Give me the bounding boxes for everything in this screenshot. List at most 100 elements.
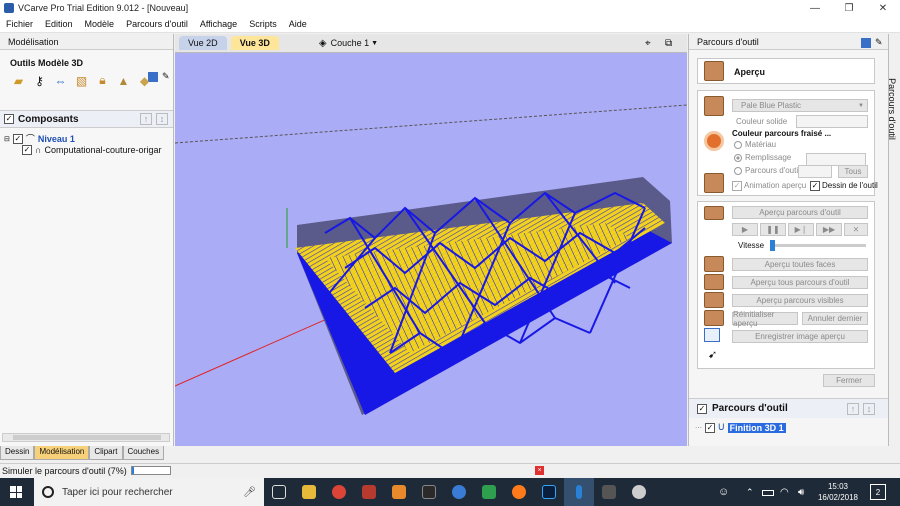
components-checkbox[interactable]: ✓ (4, 114, 14, 124)
material-texture-icon (704, 96, 724, 116)
clock[interactable]: 15:03 16/02/2018 (816, 481, 860, 503)
progress-fill (131, 467, 135, 474)
menu-fichier[interactable]: Fichier (0, 19, 39, 29)
end-button[interactable]: ⨯ (844, 223, 868, 236)
tab-vue-3d[interactable]: Vue 3D (230, 36, 279, 50)
chevron-down-icon[interactable]: ▼ (371, 40, 378, 47)
app-icon-dark[interactable] (414, 478, 444, 506)
material-box: Pale Blue Plastic ▼ Couleur solide Coule… (697, 90, 878, 196)
menu-modele[interactable]: Modèle (79, 19, 121, 29)
toolpath-item-checkbox[interactable]: ✓ (705, 422, 715, 433)
layers-icon[interactable]: ◈ (319, 38, 327, 49)
radio-parcours[interactable] (734, 167, 742, 175)
speed-slider-thumb[interactable] (770, 240, 775, 251)
step-button[interactable]: ▶❘ (788, 223, 814, 236)
microphone-icon[interactable]: 🎤︎ (243, 487, 256, 498)
volume-icon[interactable]: 🔊︎ (798, 487, 804, 498)
vcarve-icon[interactable] (564, 478, 594, 506)
menu-parcours[interactable]: Parcours d'outil (120, 19, 194, 29)
level-label: Niveau 1 (37, 133, 75, 144)
view-tool-icon[interactable]: ⌖ (645, 38, 651, 49)
side-tab[interactable]: Parcours d'outil (887, 34, 900, 446)
3d-viewport[interactable] (175, 53, 687, 446)
mold-icon[interactable]: ▲ (115, 72, 132, 89)
network-icon[interactable]: ◠ (780, 487, 789, 498)
toolpath-row[interactable]: ⋯ ✓ ᑌ Finition 3D 1 (695, 422, 786, 433)
app-icon-f[interactable] (384, 478, 414, 506)
apercu-faces-button[interactable]: Aperçu toutes faces (732, 258, 868, 271)
tab-vue-2d[interactable]: Vue 2D (179, 36, 227, 50)
minimize-button[interactable]: — (798, 0, 832, 16)
slice-icon[interactable]: ◆ (136, 72, 153, 89)
task-view-icon[interactable] (264, 478, 294, 506)
taskbar-search[interactable]: Taper ici pour rechercher 🎤︎ (34, 478, 264, 506)
view-restore-icon[interactable]: ⧉ (665, 38, 672, 49)
apercu-title: Aperçu (734, 67, 766, 77)
texture-icon[interactable]: ▧ (73, 72, 90, 89)
animation-checkbox[interactable]: ✓ (732, 181, 742, 191)
move-up-icon[interactable]: ↑ (140, 113, 152, 125)
menu-affichage[interactable]: Affichage (194, 19, 243, 29)
app-icon-cloud[interactable] (624, 478, 654, 506)
tab-dessin[interactable]: Dessin (0, 446, 35, 460)
import-model-icon[interactable]: ▰ (10, 72, 27, 89)
thumbtack-icon[interactable]: ✎ (162, 71, 170, 82)
tab-couches[interactable]: Couches (122, 446, 165, 460)
menu-aide[interactable]: Aide (283, 19, 313, 29)
arrows-icon[interactable]: ⇔ (52, 72, 69, 89)
move-down-icon[interactable]: ↕ (156, 113, 168, 125)
speed-slider[interactable] (770, 240, 866, 251)
left-scrollbar[interactable] (2, 433, 170, 442)
all-faces-icon (704, 256, 724, 272)
apercu-tous-button[interactable]: Aperçu tous parcours d'outil (732, 276, 868, 289)
radio-materiau[interactable] (734, 141, 742, 149)
tree-component[interactable]: ✓ ∩ Computational-couture-origar (22, 145, 162, 155)
enregistrer-button[interactable]: Enregistrer image aperçu (732, 330, 868, 343)
file-explorer-icon[interactable] (294, 478, 324, 506)
firefox-icon[interactable] (504, 478, 534, 506)
tab-clipart[interactable]: Clipart (89, 446, 123, 460)
app-icon-s[interactable] (354, 478, 384, 506)
move-down-icon[interactable]: ↕ (863, 402, 875, 415)
play-button[interactable]: ▶ (732, 223, 758, 236)
pause-button[interactable]: ❚❚ (760, 223, 786, 236)
close-button[interactable]: ✕ (866, 0, 900, 16)
radio-remplissage[interactable] (734, 154, 742, 162)
app-icon-blue[interactable] (444, 478, 474, 506)
components-title: Composants (18, 113, 79, 125)
windows-start-icon[interactable] (10, 486, 22, 498)
tab-modelisation[interactable]: Modélisation (34, 446, 90, 460)
reinitialiser-button[interactable]: Réinitialiser aperçu (732, 310, 798, 328)
people-icon[interactable]: ☺ (718, 486, 729, 498)
fermer-button[interactable]: Fermer (823, 374, 875, 387)
battery-icon[interactable] (762, 490, 774, 496)
app-icon-green[interactable] (474, 478, 504, 506)
menu-scripts[interactable]: Scripts (243, 19, 283, 29)
pin-icon[interactable] (861, 38, 871, 48)
notification-icon[interactable]: 2 (870, 484, 886, 500)
maximize-button[interactable]: ❐ (832, 0, 866, 16)
fast-forward-button[interactable]: ▶▶ (816, 223, 842, 236)
key-icon[interactable]: ⚷ (31, 72, 48, 89)
toolpath-color-select[interactable] (798, 165, 832, 178)
lock-icon[interactable]: 🔒︎ (94, 72, 111, 89)
apercu-parcours-button[interactable]: Aperçu parcours d'outil (732, 206, 868, 219)
calculator-icon[interactable] (594, 478, 624, 506)
photoshop-icon[interactable] (534, 478, 564, 506)
level-icon: ⌒ (25, 134, 35, 144)
tray-chevron-icon[interactable]: ⌃ (746, 487, 754, 498)
menu-edition[interactable]: Edition (39, 19, 79, 29)
move-up-icon[interactable]: ↑ (847, 402, 859, 415)
layer-select[interactable]: Couche 1 (331, 38, 370, 48)
dessin-outil-checkbox[interactable]: ✓ (810, 181, 820, 191)
annuler-button[interactable]: Annuler dernier (802, 312, 868, 325)
chrome-icon[interactable] (324, 478, 354, 506)
apercu-visibles-button[interactable]: Aperçu parcours visibles (732, 294, 868, 307)
tree-level[interactable]: ⊟ ✓ ⌒ Niveau 1 (4, 132, 75, 145)
thumbtack-icon[interactable]: ✎ (875, 37, 883, 48)
stop-icon[interactable]: × (535, 466, 544, 475)
material-select[interactable]: Pale Blue Plastic ▼ (732, 99, 868, 112)
tous-button[interactable]: Tous (838, 165, 868, 178)
solid-color-select[interactable] (796, 115, 868, 128)
toolpaths-checkbox[interactable]: ✓ (697, 403, 707, 414)
